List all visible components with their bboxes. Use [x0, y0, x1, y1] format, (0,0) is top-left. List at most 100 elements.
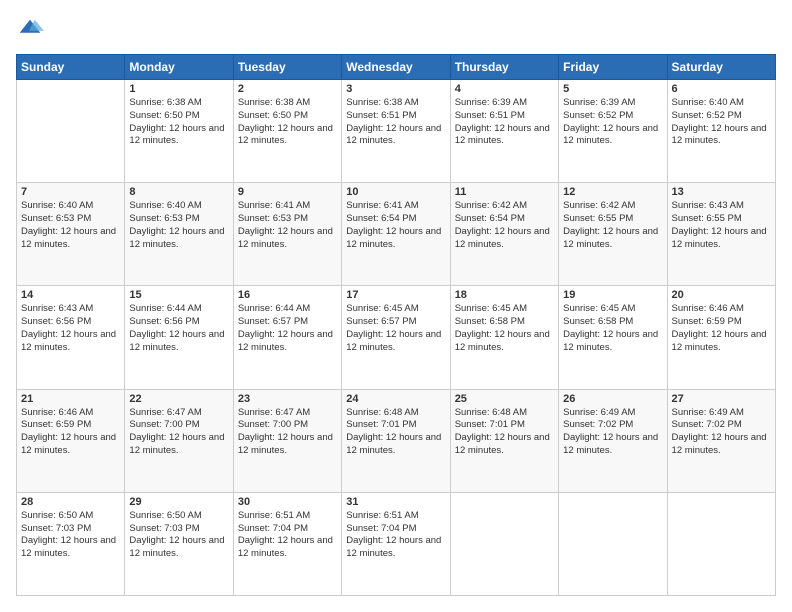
calendar-cell: 9Sunrise: 6:41 AMSunset: 6:53 PMDaylight…	[233, 183, 341, 286]
calendar-cell: 29Sunrise: 6:50 AMSunset: 7:03 PMDayligh…	[125, 492, 233, 595]
sunset-text: Sunset: 6:59 PM	[21, 419, 120, 432]
cell-info: Sunrise: 6:40 AMSunset: 6:53 PMDaylight:…	[21, 200, 120, 251]
calendar-table: SundayMondayTuesdayWednesdayThursdayFrid…	[16, 54, 776, 596]
calendar-cell	[559, 492, 667, 595]
day-number: 6	[672, 83, 771, 95]
daylight-text: Daylight: 12 hours and 12 minutes.	[238, 432, 337, 458]
calendar-week-5: 28 Sunrise: 6:50 AMSunset: 7:03 PMDayligh…	[17, 492, 776, 595]
sunrise-text: Sunrise: 6:42 AM	[455, 200, 554, 213]
daylight-text: Daylight: 12 hours and 12 minutes.	[21, 329, 120, 355]
sunrise-text: Sunrise: 6:41 AM	[346, 200, 445, 213]
daylight-text: Daylight: 12 hours and 12 minutes.	[129, 329, 228, 355]
sunset-text: Sunset: 6:53 PM	[129, 213, 228, 226]
calendar-cell: 25 Sunrise: 6:48 AMSunset: 7:01 PMDayligh…	[450, 389, 558, 492]
day-number: 22	[129, 393, 228, 405]
day-number: 25	[455, 393, 554, 405]
calendar-week-2: 7Sunrise: 6:40 AMSunset: 6:53 PMDaylight…	[17, 183, 776, 286]
daylight-text: Daylight: 12 hours and 12 minutes.	[455, 329, 554, 355]
daylight-text: Daylight: 12 hours and 12 minutes.	[563, 329, 662, 355]
sunset-text: Sunset: 6:52 PM	[563, 110, 662, 123]
cell-info: Sunrise: 6:40 AMSunset: 6:53 PMDaylight:…	[129, 200, 228, 251]
sunset-text: Sunset: 6:54 PM	[346, 213, 445, 226]
sunrise-text: Sunrise: 6:48 AM	[455, 407, 554, 420]
sunset-text: Sunset: 7:02 PM	[563, 419, 662, 432]
page: SundayMondayTuesdayWednesdayThursdayFrid…	[0, 0, 792, 612]
day-number: 27	[672, 393, 771, 405]
daylight-text: Daylight: 12 hours and 12 minutes.	[455, 432, 554, 458]
sunrise-text: Sunrise: 6:44 AM	[238, 303, 337, 316]
cell-info: Sunrise: 6:38 AMSunset: 6:51 PMDaylight:…	[346, 97, 445, 148]
sunset-text: Sunset: 6:57 PM	[346, 316, 445, 329]
daylight-text: Daylight: 12 hours and 12 minutes.	[672, 123, 771, 149]
calendar-cell: 6Sunrise: 6:40 AMSunset: 6:52 PMDaylight…	[667, 80, 775, 183]
sunset-text: Sunset: 6:51 PM	[346, 110, 445, 123]
calendar-week-1: 1Sunrise: 6:38 AMSunset: 6:50 PMDaylight…	[17, 80, 776, 183]
sunrise-text: Sunrise: 6:48 AM	[346, 407, 445, 420]
calendar-week-3: 14Sunrise: 6:43 AMSunset: 6:56 PMDayligh…	[17, 286, 776, 389]
sunrise-text: Sunrise: 6:42 AM	[563, 200, 662, 213]
daylight-text: Daylight: 12 hours and 12 minutes.	[563, 432, 662, 458]
sunset-text: Sunset: 6:50 PM	[129, 110, 228, 123]
day-number: 30	[238, 496, 337, 508]
sunset-text: Sunset: 7:02 PM	[672, 419, 771, 432]
sunset-text: Sunset: 6:55 PM	[672, 213, 771, 226]
day-number: 28	[21, 496, 120, 508]
sunrise-text: Sunrise: 6:45 AM	[455, 303, 554, 316]
sunset-text: Sunset: 7:01 PM	[346, 419, 445, 432]
cell-info: Sunrise: 6:44 AMSunset: 6:57 PMDaylight:…	[238, 303, 337, 354]
cell-info: Sunrise: 6:43 AMSunset: 6:56 PMDaylight:…	[21, 303, 120, 354]
cell-info: Sunrise: 6:46 AMSunset: 6:59 PMDaylight:…	[21, 407, 120, 458]
header	[16, 16, 776, 44]
day-number: 12	[563, 186, 662, 198]
day-number: 31	[346, 496, 445, 508]
cell-info: Sunrise: 6:42 AMSunset: 6:55 PMDaylight:…	[563, 200, 662, 251]
day-number: 8	[129, 186, 228, 198]
day-number: 18	[455, 289, 554, 301]
calendar-cell: 10Sunrise: 6:41 AMSunset: 6:54 PMDayligh…	[342, 183, 450, 286]
cell-info: Sunrise: 6:45 AMSunset: 6:58 PMDaylight:…	[563, 303, 662, 354]
cell-info: Sunrise: 6:47 AMSunset: 7:00 PMDaylight:…	[129, 407, 228, 458]
sunrise-text: Sunrise: 6:39 AM	[455, 97, 554, 110]
sunrise-text: Sunrise: 6:41 AM	[238, 200, 337, 213]
sunset-text: Sunset: 7:03 PM	[21, 523, 120, 536]
cell-info: Sunrise: 6:50 AMSunset: 7:03 PMDaylight:…	[21, 510, 120, 561]
daylight-text: Daylight: 12 hours and 12 minutes.	[21, 226, 120, 252]
calendar-cell: 27 Sunrise: 6:49 AMSunset: 7:02 PMDayligh…	[667, 389, 775, 492]
cell-info: Sunrise: 6:46 AMSunset: 6:59 PMDaylight:…	[672, 303, 771, 354]
calendar-cell: 23Sunrise: 6:47 AMSunset: 7:00 PMDayligh…	[233, 389, 341, 492]
daylight-text: Daylight: 12 hours and 12 minutes.	[672, 226, 771, 252]
daylight-text: Daylight: 12 hours and 12 minutes.	[238, 329, 337, 355]
sunrise-text: Sunrise: 6:51 AM	[238, 510, 337, 523]
daylight-text: Daylight: 12 hours and 12 minutes.	[672, 432, 771, 458]
daylight-text: Daylight: 12 hours and 12 minutes.	[455, 226, 554, 252]
daylight-text: Daylight: 12 hours and 12 minutes.	[21, 535, 120, 561]
daylight-text: Daylight: 12 hours and 12 minutes.	[129, 432, 228, 458]
sunrise-text: Sunrise: 6:38 AM	[346, 97, 445, 110]
calendar-cell	[450, 492, 558, 595]
sunset-text: Sunset: 6:55 PM	[563, 213, 662, 226]
day-header-saturday: Saturday	[667, 55, 775, 80]
sunset-text: Sunset: 6:53 PM	[21, 213, 120, 226]
calendar-cell: 15Sunrise: 6:44 AMSunset: 6:56 PMDayligh…	[125, 286, 233, 389]
day-number: 24	[346, 393, 445, 405]
day-number: 20	[672, 289, 771, 301]
sunset-text: Sunset: 7:04 PM	[238, 523, 337, 536]
daylight-text: Daylight: 12 hours and 12 minutes.	[563, 226, 662, 252]
calendar-week-4: 21 Sunrise: 6:46 AMSunset: 6:59 PMDayligh…	[17, 389, 776, 492]
sunset-text: Sunset: 6:54 PM	[455, 213, 554, 226]
calendar-cell: 21 Sunrise: 6:46 AMSunset: 6:59 PMDayligh…	[17, 389, 125, 492]
cell-info: Sunrise: 6:48 AMSunset: 7:01 PMDaylight:…	[346, 407, 445, 458]
cell-info: Sunrise: 6:48 AMSunset: 7:01 PMDaylight:…	[455, 407, 554, 458]
sunset-text: Sunset: 6:58 PM	[455, 316, 554, 329]
days-header-row: SundayMondayTuesdayWednesdayThursdayFrid…	[17, 55, 776, 80]
sunset-text: Sunset: 6:56 PM	[21, 316, 120, 329]
sunrise-text: Sunrise: 6:44 AM	[129, 303, 228, 316]
day-number: 21	[21, 393, 120, 405]
day-number: 15	[129, 289, 228, 301]
cell-info: Sunrise: 6:50 AMSunset: 7:03 PMDaylight:…	[129, 510, 228, 561]
daylight-text: Daylight: 12 hours and 12 minutes.	[346, 535, 445, 561]
sunrise-text: Sunrise: 6:49 AM	[672, 407, 771, 420]
daylight-text: Daylight: 12 hours and 12 minutes.	[238, 535, 337, 561]
day-number: 3	[346, 83, 445, 95]
sunset-text: Sunset: 6:50 PM	[238, 110, 337, 123]
